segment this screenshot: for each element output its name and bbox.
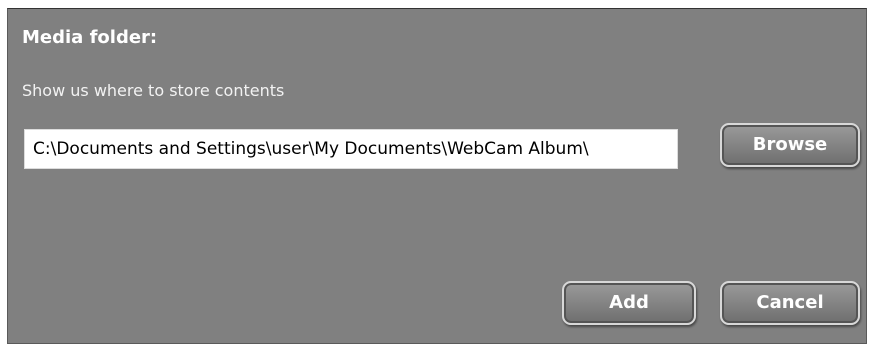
media-folder-dialog: Media folder: Show us where to store con…	[7, 8, 867, 344]
folder-path-input[interactable]: C:\Documents and Settings\user\My Docume…	[24, 129, 678, 169]
dialog-subtitle: Show us where to store contents	[22, 81, 285, 100]
browse-button[interactable]: Browse	[720, 123, 860, 167]
add-button[interactable]: Add	[562, 281, 696, 325]
dialog-title: Media folder:	[22, 27, 158, 48]
cancel-button[interactable]: Cancel	[720, 281, 860, 325]
